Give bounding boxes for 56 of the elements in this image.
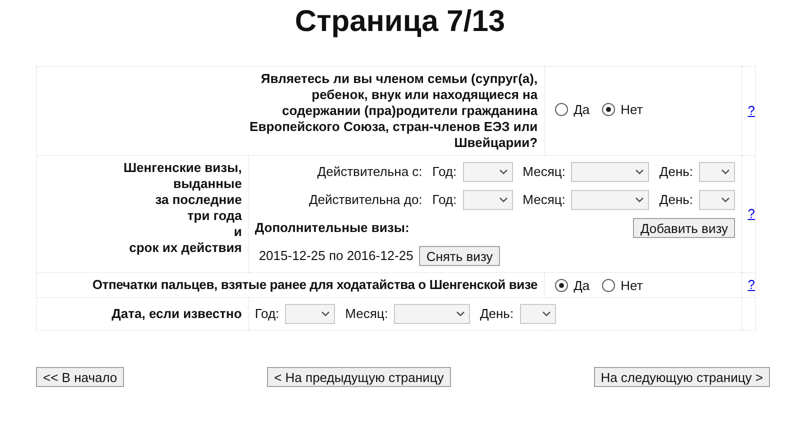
select-field[interactable] (699, 190, 736, 210)
chevron-icon (498, 169, 508, 175)
chevron-icon (721, 169, 730, 175)
radio-button[interactable] (554, 279, 568, 292)
question-label: Отпечатки пальцев, взятые ранее для ходатайства о Шенгенской визе (92, 277, 538, 292)
select-field[interactable] (462, 162, 513, 182)
date-label: Действительна с: (317, 164, 422, 180)
section-label: Дополнительные визы: (254, 220, 410, 236)
option-label: Нет (620, 278, 643, 294)
select-field[interactable] (285, 304, 336, 324)
select-field[interactable] (462, 190, 513, 210)
chevron-icon (321, 311, 330, 317)
option-label: Да (574, 278, 590, 294)
question-label: три года (186, 208, 242, 224)
option-label: Да (574, 102, 590, 118)
day-label: День: (659, 164, 694, 180)
select-field[interactable] (394, 304, 470, 324)
day-label: День: (480, 306, 514, 322)
select-field[interactable] (520, 304, 556, 324)
nav-button[interactable]: На следующую страницу > (594, 367, 770, 387)
select-field[interactable] (571, 190, 650, 210)
page-title: Страница 7/13 (294, 4, 506, 40)
chevron-icon (635, 169, 644, 175)
question-label: срок их действия (128, 240, 242, 256)
month-label: Месяц: (522, 164, 566, 180)
nav-button[interactable]: << В начало (36, 367, 124, 387)
help-link[interactable]: ? (748, 206, 755, 221)
remove-visa-button[interactable]: Снять визу (419, 246, 500, 266)
chevron-icon (721, 197, 730, 203)
month-label: Месяц: (522, 192, 566, 208)
nav-button[interactable]: < На предыдущую страницу (267, 367, 451, 387)
question-label: и (232, 224, 242, 240)
chevron-icon (635, 197, 644, 203)
year-label: Год: (432, 192, 457, 208)
add-visa-button[interactable]: Добавить визу (633, 218, 736, 238)
question-label: Являетесь ли вы членом семьи (супруг(а), ребенок, внук или находящиеся на содержании (пра)родители гражданина Европейского Союза, стран-членов ЕЭЗ или Швейцарии? (248, 71, 538, 151)
radio-button[interactable] (602, 103, 615, 116)
chevron-icon (542, 311, 551, 317)
question-label: Шенгенские визы, (122, 160, 242, 176)
question-label: Дата, если известно (112, 306, 242, 321)
question-label: выданные (172, 176, 242, 192)
chevron-icon (498, 197, 508, 203)
chevron-icon (456, 311, 465, 317)
visa-period: 2015-12-25 по 2016-12-25 (258, 248, 414, 264)
radio-button[interactable] (554, 103, 568, 116)
year-label: Год: (254, 306, 280, 322)
month-label: Месяц: (345, 306, 388, 322)
select-field[interactable] (571, 162, 650, 182)
option-label: Нет (620, 102, 643, 118)
help-link[interactable]: ? (748, 103, 755, 118)
day-label: День: (659, 192, 694, 208)
year-label: Год: (432, 164, 457, 180)
question-label: за последние (154, 192, 242, 208)
date-label: Действительна до: (308, 192, 422, 208)
radio-button[interactable] (602, 279, 615, 292)
select-field[interactable] (699, 162, 736, 182)
